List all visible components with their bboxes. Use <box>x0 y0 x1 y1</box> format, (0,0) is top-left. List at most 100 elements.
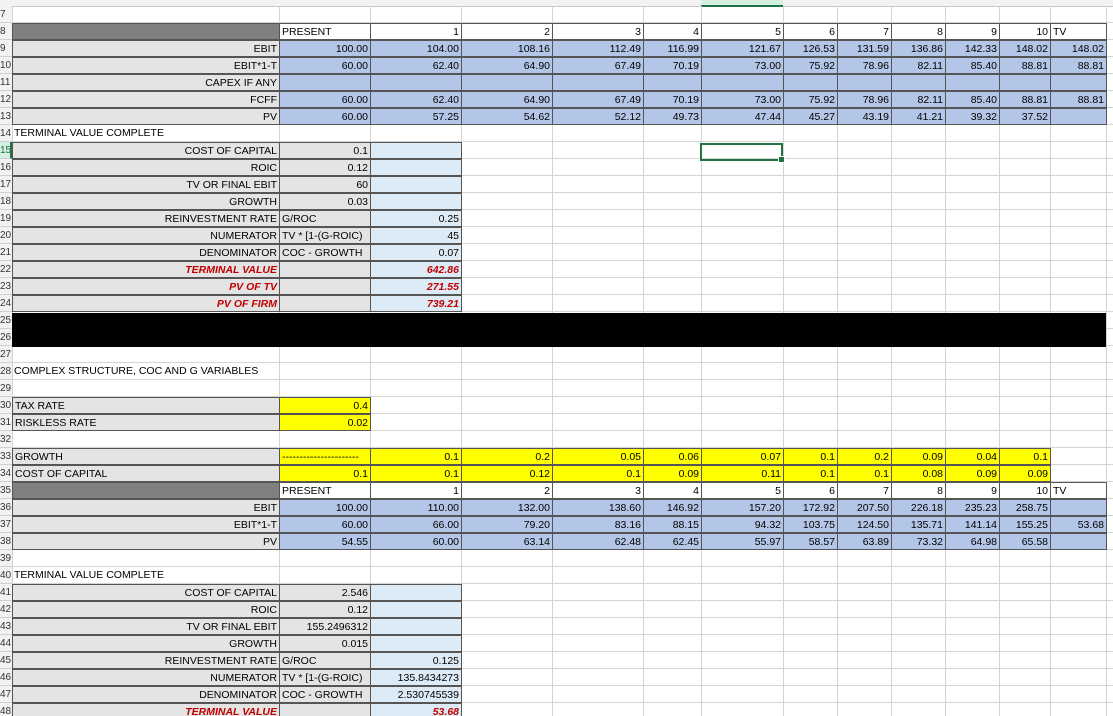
row-number[interactable]: 9 <box>0 40 12 57</box>
param-label[interactable]: TERMINAL VALUE <box>12 703 280 716</box>
param-label[interactable]: NUMERATOR <box>12 227 280 244</box>
value-cell[interactable]: 78.96 <box>837 57 892 74</box>
row-label[interactable]: PV <box>12 533 280 550</box>
year-header[interactable]: 1 <box>370 482 462 499</box>
value-cell[interactable] <box>945 74 1000 91</box>
param-value[interactable] <box>279 261 371 278</box>
row-number[interactable]: 23 <box>0 278 12 295</box>
input-cell[interactable]: ---------------------- <box>279 448 371 465</box>
value-cell[interactable]: 226.18 <box>891 499 946 516</box>
value-cell[interactable]: 55.97 <box>701 533 784 550</box>
param-label[interactable]: COST OF CAPITAL <box>12 465 280 482</box>
row-number[interactable]: 40 <box>0 567 12 584</box>
param-result[interactable] <box>370 601 462 618</box>
value-cell[interactable]: 62.40 <box>370 91 462 108</box>
value-cell[interactable]: 62.40 <box>370 57 462 74</box>
row-number[interactable]: 10 <box>0 57 12 74</box>
value-cell[interactable]: 73.32 <box>891 533 946 550</box>
coc-input[interactable]: 0.1 <box>783 465 838 482</box>
year-header[interactable]: 10 <box>999 23 1051 40</box>
row-number[interactable]: 17 <box>0 176 12 193</box>
section-title[interactable]: TERMINAL VALUE COMPLETE <box>12 125 280 142</box>
param-value[interactable]: 0.015 <box>279 635 371 652</box>
spreadsheet-grid[interactable]: 7 8 9 10 11 12 13 14 15 16 17 18 19 20 21 22 23 24 25 26 27 2… <box>0 0 1113 716</box>
year-header[interactable]: 9 <box>945 482 1000 499</box>
row-number[interactable]: 16 <box>0 159 12 176</box>
present-header[interactable]: PRESENT <box>279 23 371 40</box>
section-title[interactable]: COMPLEX STRUCTURE, COC AND G VARIABLES <box>12 363 462 380</box>
param-result[interactable]: 0.07 <box>370 244 462 261</box>
value-cell[interactable]: 132.00 <box>461 499 553 516</box>
row-number[interactable]: 30 <box>0 397 12 414</box>
row-number[interactable]: 32 <box>0 431 12 448</box>
param-label[interactable]: RISKLESS RATE <box>12 414 280 431</box>
row-number[interactable]: 13 <box>0 108 12 125</box>
value-cell[interactable] <box>783 74 838 91</box>
param-value[interactable]: 155.2496312 <box>279 618 371 635</box>
param-label[interactable]: COST OF CAPITAL <box>12 584 280 601</box>
row-number[interactable]: 24 <box>0 295 12 312</box>
value-cell[interactable] <box>1050 74 1107 91</box>
row-label[interactable]: EBIT <box>12 40 280 57</box>
value-cell[interactable]: 37.52 <box>999 108 1051 125</box>
param-value[interactable]: TV * [1-(G-ROIC) <box>279 227 371 244</box>
column-header-bar[interactable] <box>0 0 1113 7</box>
tv-header[interactable]: TV <box>1050 23 1107 40</box>
value-cell[interactable]: 73.00 <box>701 57 784 74</box>
growth-input[interactable]: 0.04 <box>945 448 1000 465</box>
row-number[interactable]: 20 <box>0 227 12 244</box>
row-number[interactable]: 41 <box>0 584 12 601</box>
value-cell[interactable]: 83.16 <box>552 516 644 533</box>
value-cell[interactable]: 131.59 <box>837 40 892 57</box>
param-label[interactable]: TAX RATE <box>12 397 280 414</box>
value-cell[interactable]: 66.00 <box>370 516 462 533</box>
row-number[interactable]: 18 <box>0 193 12 210</box>
param-result[interactable] <box>370 193 462 210</box>
value-cell[interactable]: 112.49 <box>552 40 644 57</box>
value-cell[interactable]: 60.00 <box>279 91 371 108</box>
value-cell[interactable]: 146.92 <box>643 499 702 516</box>
growth-input[interactable]: 0.1 <box>783 448 838 465</box>
param-label[interactable]: REINVESTMENT RATE <box>12 210 280 227</box>
param-result[interactable] <box>370 159 462 176</box>
year-header[interactable]: 7 <box>837 482 892 499</box>
year-header[interactable]: 6 <box>783 482 838 499</box>
value-cell[interactable] <box>370 74 462 91</box>
param-label[interactable]: COST OF CAPITAL <box>12 142 280 159</box>
value-cell[interactable]: 88.81 <box>1050 57 1107 74</box>
growth-input[interactable]: 0.1 <box>370 448 462 465</box>
value-cell[interactable]: 54.62 <box>461 108 553 125</box>
value-cell[interactable]: 110.00 <box>370 499 462 516</box>
present-header[interactable]: PRESENT <box>279 482 371 499</box>
value-cell[interactable]: 88.81 <box>999 57 1051 74</box>
param-value[interactable] <box>279 295 371 312</box>
value-cell[interactable] <box>1050 499 1107 516</box>
row-number[interactable]: 38 <box>0 533 12 550</box>
row-number[interactable]: 43 <box>0 618 12 635</box>
coc-input[interactable]: 0.09 <box>999 465 1051 482</box>
param-label[interactable]: GROWTH <box>12 635 280 652</box>
year-header[interactable]: 3 <box>552 23 644 40</box>
value-cell[interactable]: 138.60 <box>552 499 644 516</box>
year-header[interactable]: 4 <box>643 482 702 499</box>
row-number[interactable]: 36 <box>0 499 12 516</box>
value-cell[interactable]: 39.32 <box>945 108 1000 125</box>
param-result[interactable]: 2.530745539 <box>370 686 462 703</box>
value-cell[interactable]: 88.15 <box>643 516 702 533</box>
param-result[interactable] <box>370 176 462 193</box>
value-cell[interactable]: 45.27 <box>783 108 838 125</box>
param-label[interactable]: ROIC <box>12 159 280 176</box>
row-number[interactable]: 48 <box>0 703 12 716</box>
input-cell[interactable]: 0.1 <box>279 465 371 482</box>
value-cell[interactable]: 58.57 <box>783 533 838 550</box>
growth-input[interactable]: 0.2 <box>461 448 553 465</box>
year-header[interactable]: 5 <box>701 23 784 40</box>
value-cell[interactable]: 85.40 <box>945 91 1000 108</box>
row-number[interactable]: 46 <box>0 669 12 686</box>
coc-input[interactable]: 0.1 <box>552 465 644 482</box>
growth-input[interactable]: 0.2 <box>837 448 892 465</box>
active-cell-selection[interactable] <box>700 143 785 163</box>
value-cell[interactable]: 157.20 <box>701 499 784 516</box>
growth-input[interactable]: 0.07 <box>701 448 784 465</box>
row-label[interactable]: PV <box>12 108 280 125</box>
